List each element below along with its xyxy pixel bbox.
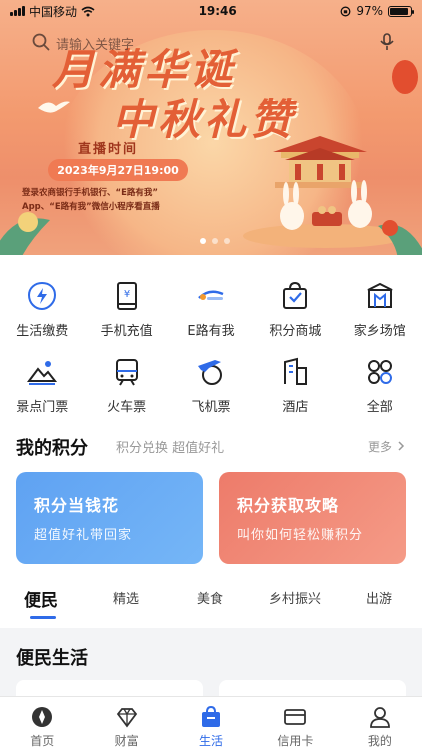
service-hotel[interactable]: 酒店 xyxy=(253,346,337,422)
service-label: 手机充值 xyxy=(100,324,153,339)
service-label: 家乡场馆 xyxy=(353,324,406,339)
building-hall-icon xyxy=(367,282,393,308)
tab-convenience[interactable]: 便民 xyxy=(24,586,58,611)
card-subtitle: 叫你如何轻松赚积分 xyxy=(237,528,364,543)
promo-line1: 登录农商银行手机银行、“E路有我” xyxy=(22,188,158,198)
promo-banner[interactable]: 中国移动 19:46 97% 请输入关键字 月满华诞 中秋礼赞 直播时间 202… xyxy=(0,0,422,255)
battery-icon xyxy=(387,5,414,17)
airplane-globe-icon xyxy=(197,360,222,385)
service-hometown-hall[interactable]: 家乡场馆 xyxy=(338,270,422,346)
card-title: 积分获取攻略 xyxy=(237,496,340,515)
battery-percent: 97% xyxy=(356,4,383,18)
nav-credit-card[interactable]: 信用卡 xyxy=(253,697,337,750)
service-scenic-tickets[interactable]: 景点门票 xyxy=(0,346,84,422)
nav-label: 我的 xyxy=(367,734,392,748)
points-more-link[interactable]: 更多 xyxy=(368,438,392,455)
status-bar: 中国移动 19:46 97% xyxy=(0,0,422,22)
carrier-label: 中国移动 xyxy=(29,4,78,19)
category-tabs: 便民 精选 美食 乡村振兴 出游 xyxy=(0,584,422,624)
user-icon xyxy=(369,707,390,728)
svg-text:¥: ¥ xyxy=(123,289,129,300)
service-e-road[interactable]: E路有我 xyxy=(169,270,253,346)
mountain-ticket-icon xyxy=(27,361,58,385)
service-utility-payment[interactable]: 生活缴费 xyxy=(0,270,84,346)
convenience-section: 便民生活 xyxy=(0,636,422,700)
train-icon xyxy=(115,359,138,386)
clock: 19:46 xyxy=(198,4,237,18)
shopping-bag-icon xyxy=(283,281,308,309)
carousel-dot[interactable] xyxy=(200,238,206,244)
points-card-spend[interactable]: 积分当钱花 超值好礼带回家 xyxy=(16,472,203,564)
card-subtitle: 超值好礼带回家 xyxy=(34,528,133,543)
section-divider xyxy=(0,628,422,636)
diamond-icon xyxy=(116,708,137,728)
app-screen: 中国移动 19:46 97% 请输入关键字 月满华诞 中秋礼赞 直播时间 202… xyxy=(0,0,422,750)
home-icon xyxy=(32,707,53,727)
points-card-earn[interactable]: 积分获取攻略 叫你如何轻松赚积分 xyxy=(219,472,406,564)
flower-decoration-left xyxy=(0,212,50,255)
shopping-bag-icon xyxy=(202,705,221,727)
e-road-logo-icon xyxy=(198,290,224,300)
tab-food[interactable]: 美食 xyxy=(197,588,223,607)
section-title: 便民生活 xyxy=(16,648,88,669)
wifi-icon xyxy=(81,6,95,16)
service-grid: 生活缴费 ¥ 手机充值 E路有我 积分商城 家乡场馆 景点门票 火车票 飞机票 … xyxy=(0,270,422,422)
nav-label: 生活 xyxy=(199,734,224,748)
tab-travel[interactable]: 出游 xyxy=(366,588,392,607)
carousel-dot[interactable] xyxy=(224,238,230,244)
phone-yuan-icon: ¥ xyxy=(116,282,137,310)
nav-label: 首页 xyxy=(30,734,55,748)
search-icon xyxy=(32,33,50,51)
credit-card-icon xyxy=(284,709,307,725)
tab-featured[interactable]: 精选 xyxy=(113,588,139,607)
lightning-bolt-icon xyxy=(28,281,57,311)
points-header: 我的积分 积分兑换 超值好礼 更多 xyxy=(16,434,406,460)
bottom-nav: 首页 财富 生活 信用卡 我的 xyxy=(0,696,422,750)
nav-label: 信用卡 xyxy=(277,734,314,748)
active-tab-indicator xyxy=(30,616,56,619)
service-phone-topup[interactable]: ¥ 手机充值 xyxy=(84,270,168,346)
search-bar[interactable]: 请输入关键字 xyxy=(22,28,402,58)
service-label: 景点门票 xyxy=(16,400,69,415)
orientation-lock-icon xyxy=(340,6,351,16)
service-label: E路有我 xyxy=(187,324,235,339)
card-title: 积分当钱花 xyxy=(34,496,120,515)
service-points-mall[interactable]: 积分商城 xyxy=(253,270,337,346)
points-subtitle: 积分兑换 超值好礼 xyxy=(116,441,225,456)
carousel-indicator[interactable] xyxy=(200,238,230,244)
flower-decoration-right xyxy=(378,220,422,255)
service-label: 全部 xyxy=(366,400,393,415)
search-input[interactable]: 请输入关键字 xyxy=(56,34,134,53)
service-label: 生活缴费 xyxy=(16,324,69,339)
nav-mine[interactable]: 我的 xyxy=(338,697,422,750)
banner-title-line2: 中秋礼赞 xyxy=(112,95,297,144)
lantern-decoration xyxy=(392,60,418,94)
bird-decoration xyxy=(38,101,70,113)
microphone-icon[interactable] xyxy=(376,31,398,53)
nav-wealth[interactable]: 财富 xyxy=(84,697,168,750)
service-label: 飞机票 xyxy=(191,400,231,415)
carousel-dot[interactable] xyxy=(212,238,218,244)
chevron-right-icon[interactable] xyxy=(396,440,406,452)
nav-life[interactable]: 生活 xyxy=(169,697,253,750)
service-flight-tickets[interactable]: 飞机票 xyxy=(169,346,253,422)
nav-home[interactable]: 首页 xyxy=(0,697,84,750)
grid-all-icon xyxy=(367,360,392,384)
service-train-tickets[interactable]: 火车票 xyxy=(84,346,168,422)
service-label: 积分商城 xyxy=(269,324,322,339)
service-all[interactable]: 全部 xyxy=(338,346,422,422)
service-label: 酒店 xyxy=(282,400,309,415)
nav-label: 财富 xyxy=(114,734,139,748)
service-label: 火车票 xyxy=(107,400,147,415)
points-title: 我的积分 xyxy=(16,438,88,459)
live-time-badge: 2023年9月27日19:00 xyxy=(48,159,188,181)
tab-rural[interactable]: 乡村振兴 xyxy=(269,588,321,607)
signal-icon xyxy=(10,6,25,16)
hotel-icon xyxy=(284,357,308,385)
